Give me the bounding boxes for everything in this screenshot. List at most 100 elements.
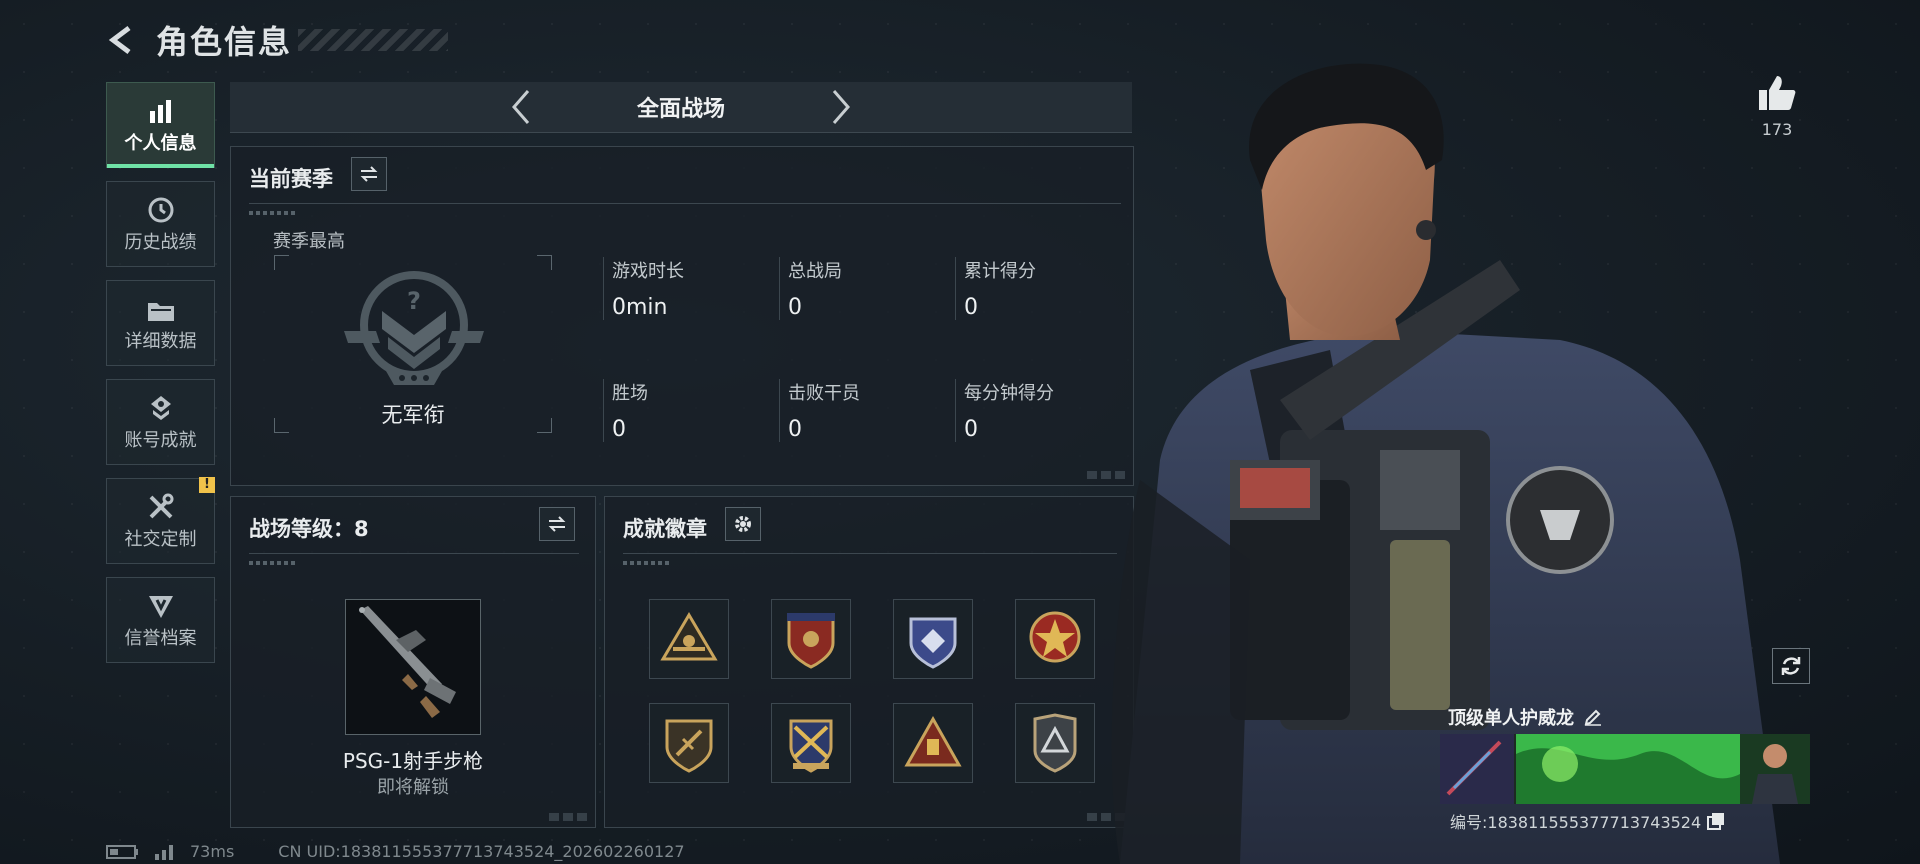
rank-name: 无军衔 bbox=[381, 403, 445, 427]
stat-label: 总战局 bbox=[788, 261, 842, 282]
battle-level-panel: 战场等级：8 PSG-1射手步枪 即将解锁 bbox=[230, 496, 596, 828]
nav-label: 社交定制 bbox=[124, 529, 197, 550]
season-title: 当前赛季 bbox=[249, 167, 333, 191]
ticks-decoration bbox=[249, 211, 295, 215]
uid-text: CN UID:183811555377713743524_20260226012… bbox=[278, 842, 685, 861]
nav-label: 详细数据 bbox=[124, 331, 197, 352]
chevron-left-icon bbox=[512, 90, 530, 124]
ticks-decoration bbox=[249, 561, 295, 565]
stat-label: 游戏时长 bbox=[612, 261, 684, 282]
side-nav: 个人信息 历史战绩 详细数据 账号成就 ! 社交定制 信誉档案 bbox=[106, 82, 215, 676]
battery-icon bbox=[106, 844, 138, 859]
ticks-decoration bbox=[623, 561, 669, 565]
rifle-icon bbox=[359, 606, 456, 718]
stat-total-matches: 总战局 0 bbox=[779, 257, 958, 320]
refresh-button[interactable] bbox=[1772, 648, 1810, 684]
season-best-label: 赛季最高 bbox=[273, 231, 345, 252]
back-button[interactable] bbox=[104, 22, 140, 58]
nav-item-achievements[interactable]: 账号成就 bbox=[106, 379, 215, 465]
nav-label: 个人信息 bbox=[124, 133, 197, 154]
mode-next-button[interactable] bbox=[821, 87, 861, 127]
mode-selector: 全面战场 bbox=[230, 82, 1132, 133]
stat-kills: 击败干员 0 bbox=[779, 379, 958, 442]
stat-value: 0 bbox=[788, 295, 802, 320]
badge-item[interactable] bbox=[893, 599, 973, 679]
stat-value: 0 bbox=[612, 417, 626, 442]
rank-name-wrap: 无军衔 bbox=[274, 255, 552, 433]
badge-item[interactable] bbox=[893, 703, 973, 783]
title-card-name: 顶级单人护威龙 bbox=[1448, 704, 1602, 730]
nav-label: 历史战绩 bbox=[124, 232, 197, 253]
like-button[interactable]: 173 bbox=[1752, 74, 1802, 139]
weapon-thumbnail[interactable] bbox=[345, 599, 481, 735]
stat-label: 击败干员 bbox=[788, 383, 860, 404]
stat-label: 胜场 bbox=[612, 383, 648, 404]
bar-chart-icon bbox=[146, 95, 176, 125]
star-medal-icon bbox=[1029, 611, 1081, 663]
divider bbox=[623, 553, 1117, 554]
mode-title: 全面战场 bbox=[636, 97, 725, 122]
copy-icon[interactable] bbox=[1707, 812, 1725, 830]
nav-item-social-custom[interactable]: ! 社交定制 bbox=[106, 477, 215, 564]
badges-settings-button[interactable] bbox=[725, 507, 761, 541]
tools-icon bbox=[146, 491, 176, 521]
title-decoration bbox=[298, 29, 449, 51]
rifle-shield-icon bbox=[665, 719, 713, 773]
achievement-icon bbox=[146, 392, 176, 422]
thumbs-up-icon bbox=[1759, 76, 1796, 110]
pyramid-medal-icon bbox=[904, 715, 962, 767]
nav-label: 账号成就 bbox=[124, 430, 197, 451]
warning-badge: ! bbox=[199, 477, 215, 493]
mode-prev-button[interactable] bbox=[501, 87, 541, 127]
title-card-banner[interactable] bbox=[1440, 734, 1810, 804]
weapon-name: PSG-1射手步枪 bbox=[342, 749, 484, 773]
divider bbox=[249, 553, 579, 554]
page-header: 角色信息 bbox=[104, 18, 449, 62]
edit-icon[interactable] bbox=[1584, 708, 1602, 726]
badges-title: 成就徽章 bbox=[623, 517, 707, 541]
player-id: 编号:183811555377713743524 bbox=[1450, 809, 1725, 833]
stat-play-time: 游戏时长 0min bbox=[603, 257, 782, 320]
stat-wins: 胜场 0 bbox=[603, 379, 782, 442]
title-card-label: 顶级单人护威龙 bbox=[1448, 708, 1574, 729]
chevron-right-icon bbox=[832, 90, 850, 124]
player-id-text: 编号:183811555377713743524 bbox=[1450, 813, 1702, 832]
page-title: 角色信息 bbox=[156, 23, 293, 61]
nav-label: 信誉档案 bbox=[124, 628, 197, 649]
folder-icon bbox=[146, 293, 176, 323]
nav-item-history[interactable]: 历史战绩 bbox=[106, 181, 215, 267]
swap-icon bbox=[548, 516, 566, 532]
battle-level-switch-button[interactable] bbox=[539, 507, 575, 541]
battle-level-title: 战场等级：8 bbox=[249, 517, 369, 541]
history-icon bbox=[146, 194, 176, 224]
refresh-icon bbox=[1781, 657, 1801, 675]
gear-icon bbox=[735, 516, 751, 532]
status-footer: 73ms CN UID:183811555377713743524_202602… bbox=[106, 842, 685, 861]
crossed-rifles-icon bbox=[789, 719, 833, 773]
like-count: 173 bbox=[1761, 120, 1793, 139]
nav-item-detailed-data[interactable]: 详细数据 bbox=[106, 280, 215, 366]
stat-value: 0min bbox=[612, 295, 668, 320]
badge-item[interactable] bbox=[771, 703, 851, 783]
signal-icon bbox=[155, 844, 173, 860]
triangle-medal-icon bbox=[660, 612, 718, 661]
reputation-icon bbox=[146, 590, 176, 620]
nav-item-personal-info[interactable]: 个人信息 bbox=[106, 82, 215, 168]
season-switch-button[interactable] bbox=[351, 157, 387, 191]
swap-icon bbox=[360, 166, 378, 182]
season-panel: 当前赛季 赛季最高 ? 无军衔 游戏时长 0min 总战局 0 累计得分 0 胜… bbox=[230, 146, 1134, 486]
divider bbox=[249, 203, 1121, 204]
gray-shield-medal-icon bbox=[1033, 713, 1077, 773]
badge-item[interactable] bbox=[771, 599, 851, 679]
back-arrow-icon bbox=[108, 26, 131, 54]
badges-panel: 成就徽章 bbox=[604, 496, 1134, 828]
badge-item[interactable] bbox=[649, 599, 729, 679]
diamond-medal-icon bbox=[909, 617, 957, 669]
stat-value: 0 bbox=[788, 417, 802, 442]
nav-item-reputation[interactable]: 信誉档案 bbox=[106, 577, 215, 663]
weapon-status: 即将解锁 bbox=[377, 777, 449, 798]
corner-decoration bbox=[549, 813, 589, 821]
badge-item[interactable] bbox=[649, 703, 729, 783]
ping-value: 73ms bbox=[190, 842, 235, 861]
shield-medal-icon bbox=[787, 613, 835, 669]
